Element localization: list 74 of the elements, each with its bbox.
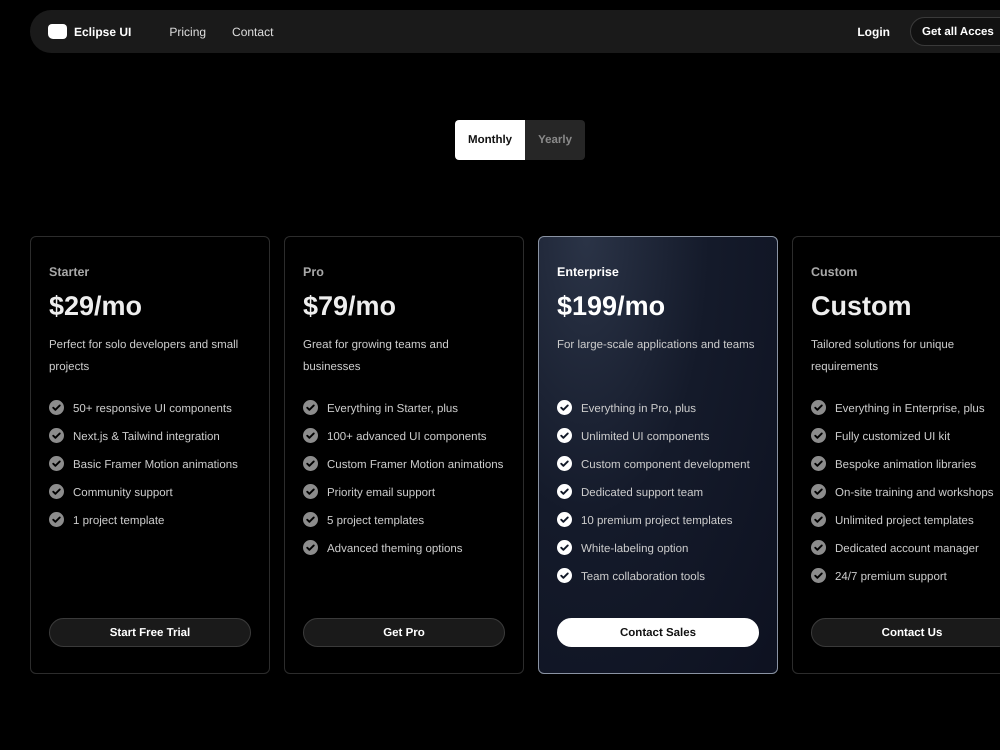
nav-link[interactable]: Contact	[232, 24, 274, 38]
billing-tab[interactable]: Yearly	[525, 120, 585, 160]
check-icon	[557, 400, 572, 415]
check-icon	[49, 456, 64, 471]
plan-button[interactable]: Get Pro	[303, 618, 505, 647]
feature-text: Unlimited UI components	[581, 430, 710, 445]
check-icon	[303, 540, 318, 555]
plan-price: $199/mo	[557, 291, 666, 322]
check-icon	[811, 400, 826, 415]
feature-text: Advanced theming options	[327, 542, 463, 557]
feature-text: Bespoke animation libraries	[835, 458, 976, 473]
feature-text: 5 project templates	[327, 514, 424, 529]
check-icon	[811, 428, 826, 443]
feature-text: On-site training and workshops	[835, 486, 994, 501]
check-icon	[303, 428, 318, 443]
feature-text: Basic Framer Motion animations	[73, 458, 238, 473]
plan-price: $79/mo	[303, 291, 398, 322]
plan-description: Perfect for solo developers and small projects	[49, 338, 240, 375]
plan-description: Tailored solutions for unique requirements	[811, 338, 956, 375]
check-icon	[49, 512, 64, 527]
plan-name: Pro	[303, 265, 325, 279]
check-icon	[557, 512, 572, 527]
check-icon	[811, 456, 826, 471]
feature-text: 24/7 premium support	[835, 570, 947, 585]
feature-text: Community support	[73, 486, 173, 501]
check-icon	[303, 456, 318, 471]
check-icon	[49, 400, 64, 415]
plan-name: Starter	[49, 265, 90, 279]
plan-button[interactable]: Contact Us	[811, 618, 1000, 647]
feature-text: Dedicated account manager	[835, 542, 979, 557]
plan-price: $29/mo	[49, 291, 144, 322]
feature-text: Dedicated support team	[581, 486, 704, 501]
feature-text: Team collaboration tools	[581, 570, 706, 585]
feature-text: 50+ responsive UI components	[73, 402, 232, 417]
nav-link[interactable]: Pricing	[169, 24, 206, 38]
check-icon	[303, 512, 318, 527]
check-icon	[811, 540, 826, 555]
feature-text: 10 premium project templates	[581, 514, 732, 529]
check-icon	[303, 400, 318, 415]
feature-text: 1 project template	[73, 514, 164, 529]
feature-text: Custom Framer Motion animations	[327, 458, 504, 473]
feature-text: White-labeling option	[581, 542, 688, 557]
check-icon	[557, 456, 572, 471]
plan-button[interactable]: Contact Sales	[557, 618, 759, 647]
feature-text: Everything in Pro, plus	[581, 402, 696, 417]
check-icon	[811, 568, 826, 583]
check-icon	[49, 428, 64, 443]
feature-text: Next.js & Tailwind integration	[73, 430, 220, 445]
get-access-button[interactable]: Get all Acces	[910, 17, 1000, 46]
plan-description: Great for growing teams and businesses	[303, 338, 450, 375]
billing-tab[interactable]: Monthly	[455, 120, 526, 160]
check-icon	[557, 568, 572, 583]
feature-text: Custom component development	[581, 458, 750, 473]
feature-text: 100+ advanced UI components	[327, 430, 487, 445]
plan-description: For large-scale applications and teams	[557, 338, 756, 353]
logo-icon	[48, 24, 67, 39]
check-icon	[557, 428, 572, 443]
feature-text: Fully customized UI kit	[835, 430, 950, 445]
feature-text: Everything in Enterprise, plus	[835, 402, 985, 417]
check-icon	[811, 484, 826, 499]
check-icon	[557, 540, 572, 555]
feature-text: Unlimited project templates	[835, 514, 974, 529]
plan-name: Custom	[811, 265, 859, 279]
feature-text: Priority email support	[327, 486, 436, 501]
login-link[interactable]: Login	[857, 24, 890, 38]
brand-name[interactable]: Eclipse UI	[74, 24, 132, 38]
check-icon	[557, 484, 572, 499]
plan-button[interactable]: Start Free Trial	[49, 618, 251, 647]
check-icon	[49, 484, 64, 499]
plan-price: Custom	[811, 291, 912, 322]
check-icon	[303, 484, 318, 499]
plan-name: Enterprise	[557, 265, 620, 279]
check-icon	[811, 512, 826, 527]
feature-text: Everything in Starter, plus	[327, 402, 458, 417]
